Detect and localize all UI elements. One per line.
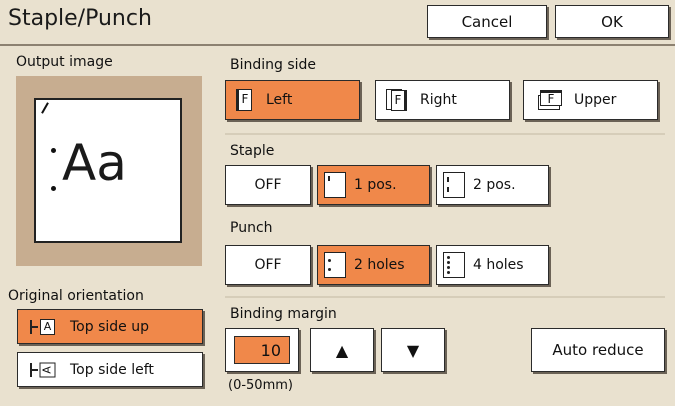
punch-off-button[interactable]: OFF bbox=[225, 245, 311, 285]
staple-2-pos-label: 2 pos. bbox=[473, 177, 516, 193]
punch-4-holes-icon bbox=[443, 252, 465, 278]
orientation-top-side-up-label: Top side up bbox=[70, 318, 149, 335]
binding-side-upper-button[interactable]: F Upper bbox=[523, 80, 658, 120]
top-side-up-icon: A bbox=[30, 318, 60, 335]
orientation-label: Original orientation bbox=[8, 288, 144, 304]
auto-reduce-button[interactable]: Auto reduce bbox=[531, 328, 665, 372]
punch-hole-mark bbox=[51, 148, 56, 153]
binding-side-right-label: Right bbox=[420, 92, 457, 108]
binding-side-left-label: Left bbox=[266, 92, 293, 108]
staple-2-pos-button[interactable]: 2 pos. bbox=[436, 165, 549, 205]
binding-right-icon: F bbox=[386, 89, 408, 111]
punch-4-holes-button[interactable]: 4 holes bbox=[436, 245, 549, 285]
punch-2-holes-icon bbox=[324, 252, 346, 278]
binding-side-right-button[interactable]: F Right bbox=[375, 80, 510, 120]
orientation-top-side-left-label: Top side left bbox=[70, 361, 154, 378]
orientation-top-side-up-button[interactable]: A Top side up bbox=[17, 309, 203, 344]
arrow-down-icon: ▼ bbox=[406, 340, 420, 360]
top-side-left-icon: A bbox=[30, 362, 60, 378]
ok-button[interactable]: OK bbox=[555, 5, 669, 38]
staple-off-button[interactable]: OFF bbox=[225, 165, 311, 205]
binding-upper-icon: F bbox=[538, 90, 562, 110]
binding-margin-down-button[interactable]: ▼ bbox=[381, 328, 445, 372]
staple-mark bbox=[41, 102, 49, 114]
orientation-top-side-left-button[interactable]: A Top side left bbox=[17, 352, 203, 387]
page-title: Staple/Punch bbox=[8, 6, 152, 31]
output-preview-frame: Aa bbox=[16, 76, 202, 266]
section-divider bbox=[225, 133, 665, 135]
staple-1-pos-icon bbox=[324, 172, 346, 198]
punch-4-holes-label: 4 holes bbox=[473, 257, 524, 273]
output-image-label: Output image bbox=[16, 54, 113, 70]
binding-margin-label: Binding margin bbox=[230, 306, 337, 322]
preview-text: Aa bbox=[62, 134, 127, 192]
cancel-button[interactable]: Cancel bbox=[427, 5, 547, 38]
staple-label: Staple bbox=[230, 143, 275, 159]
punch-2-holes-button[interactable]: 2 holes bbox=[317, 245, 430, 285]
output-preview-page: Aa bbox=[34, 98, 182, 243]
staple-2-pos-icon bbox=[443, 172, 465, 198]
binding-margin-value-box[interactable]: 10 bbox=[225, 328, 299, 372]
binding-side-label: Binding side bbox=[230, 57, 317, 73]
binding-side-upper-label: Upper bbox=[574, 92, 617, 108]
section-divider bbox=[225, 296, 665, 298]
binding-margin-value: 10 bbox=[234, 336, 290, 364]
binding-margin-range: (0-50mm) bbox=[228, 378, 293, 393]
punch-label: Punch bbox=[230, 220, 273, 236]
binding-margin-up-button[interactable]: ▲ bbox=[310, 328, 374, 372]
binding-left-icon: F bbox=[236, 89, 252, 111]
punch-2-holes-label: 2 holes bbox=[354, 257, 405, 273]
punch-hole-mark bbox=[51, 186, 56, 191]
arrow-up-icon: ▲ bbox=[335, 340, 349, 360]
binding-side-left-button[interactable]: F Left bbox=[225, 80, 360, 120]
staple-1-pos-button[interactable]: 1 pos. bbox=[317, 165, 430, 205]
staple-1-pos-label: 1 pos. bbox=[354, 177, 397, 193]
